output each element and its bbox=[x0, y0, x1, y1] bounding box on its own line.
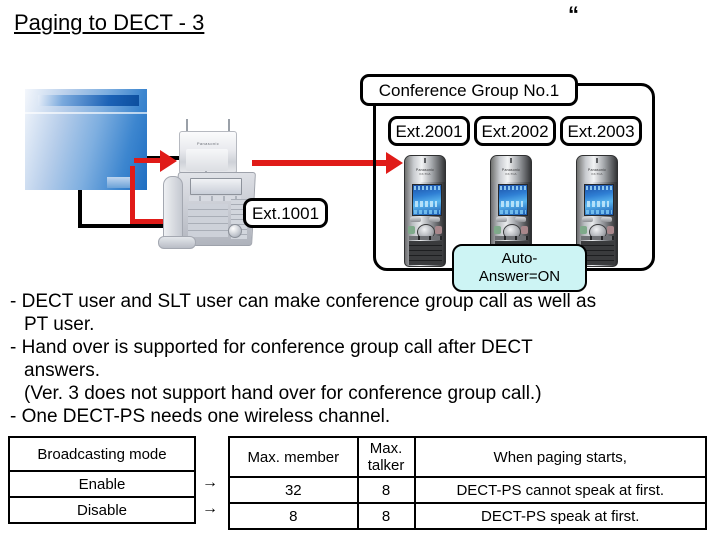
extension-label-2002: Ext.2002 bbox=[474, 116, 556, 146]
desk-phone-keypad bbox=[188, 204, 228, 237]
cell-max-talker-disable: 8 bbox=[356, 502, 416, 530]
quote-mark: “ bbox=[568, 2, 579, 27]
red-arrow-to-cellstation-shaft bbox=[134, 158, 162, 163]
handset-softkey-left bbox=[582, 217, 593, 222]
cell-max-member-enable: 32 bbox=[228, 476, 359, 504]
table-arrow-column: → → bbox=[198, 436, 222, 522]
cell-mode-enable: Enable bbox=[8, 470, 196, 498]
handset-screen bbox=[584, 184, 614, 216]
handset-softkey-left bbox=[496, 217, 507, 222]
note-line: answers. bbox=[24, 360, 101, 381]
handset-softkey-right bbox=[515, 217, 526, 222]
handset-softkey-right bbox=[601, 217, 612, 222]
extension-label-1001: Ext.1001 bbox=[243, 198, 328, 228]
handset-model: KX-TCA bbox=[591, 172, 603, 176]
link-line-pbx-down bbox=[78, 190, 82, 228]
column-header-max-talker-line-2: talker bbox=[367, 457, 405, 474]
handset-model: KX-TCA bbox=[505, 172, 517, 176]
extension-label-2003: Ext.2003 bbox=[560, 116, 642, 146]
note-line: PT user. bbox=[24, 314, 95, 335]
auto-answer-callout: Auto- Answer=ON bbox=[452, 244, 587, 292]
handset-end-key bbox=[435, 226, 442, 234]
handset-talk-key bbox=[408, 226, 415, 234]
column-header-broadcasting-mode: Broadcasting mode bbox=[8, 436, 196, 472]
note-line: - Hand over is supported for conference … bbox=[10, 337, 533, 358]
cell-station-brand: Panasonic bbox=[196, 141, 220, 146]
page-title: Paging to DECT - 3 bbox=[14, 10, 205, 35]
notes-block: - DECT user and SLT user can make confer… bbox=[10, 290, 710, 428]
cell-station-face bbox=[186, 149, 228, 171]
handset-end-key bbox=[521, 226, 528, 234]
desk-phone-handset-base bbox=[158, 236, 196, 249]
paging-capacity-table: Max. member Max. talker When paging star… bbox=[228, 436, 707, 530]
handset-talk-key bbox=[494, 226, 501, 234]
cell-note-disable: DECT-PS speak at first. bbox=[413, 502, 707, 530]
handset-function-key-row bbox=[581, 236, 614, 240]
handset-function-key-row bbox=[409, 236, 442, 240]
note-line: - DECT user and SLT user can make confer… bbox=[10, 291, 597, 312]
dect-handset-1: Panasonic KX-TCA bbox=[404, 155, 446, 267]
handset-model: KX-TCA bbox=[419, 172, 431, 176]
column-header-max-talker: Max. talker bbox=[356, 436, 416, 478]
handset-end-key bbox=[607, 226, 614, 234]
cell-note-enable: DECT-PS cannot speak at first. bbox=[413, 476, 707, 504]
handset-softkey-left bbox=[410, 217, 421, 222]
table-row: Max. member Max. talker When paging star… bbox=[228, 436, 707, 478]
table-row: Enable bbox=[8, 470, 196, 498]
handset-earpiece bbox=[510, 158, 512, 163]
cell-mode-disable: Disable bbox=[8, 496, 196, 524]
extension-label-2001: Ext.2001 bbox=[388, 116, 470, 146]
column-header-max-talker-line-1: Max. bbox=[369, 440, 403, 457]
cell-max-talker-enable: 8 bbox=[356, 476, 416, 504]
arrow-spacer bbox=[198, 436, 222, 470]
column-header-max-member: Max. member bbox=[228, 436, 359, 478]
table-row: Broadcasting mode bbox=[8, 436, 196, 472]
note-line: (Ver. 3 does not support hand over for c… bbox=[24, 383, 542, 404]
handset-function-key-row bbox=[495, 236, 528, 240]
note-line: - One DECT-PS needs one wireless channel… bbox=[10, 406, 391, 427]
table-row: 32 8 DECT-PS cannot speak at first. bbox=[228, 476, 707, 504]
handset-keypad bbox=[409, 241, 442, 265]
pbx-seam bbox=[25, 112, 147, 114]
table-row: Disable bbox=[8, 496, 196, 524]
red-arrow-vertical-shaft bbox=[130, 166, 135, 224]
red-arrow-head-to-cellstation bbox=[160, 150, 177, 172]
auto-answer-line-2: Answer=ON bbox=[478, 268, 561, 285]
handset-softkey-right bbox=[429, 217, 440, 222]
slide-canvas: Paging to DECT - 3 “ Panasonic Panasonic… bbox=[0, 0, 720, 540]
cell-max-member-disable: 8 bbox=[228, 502, 359, 530]
handset-talk-key bbox=[580, 226, 587, 234]
handset-screen bbox=[498, 184, 528, 216]
broadcasting-mode-table: Broadcasting mode Enable Disable bbox=[8, 436, 196, 524]
pbx-slot bbox=[38, 95, 139, 106]
conference-group-label: Conference Group No.1 bbox=[360, 74, 578, 106]
arrow-icon: → bbox=[202, 474, 218, 491]
desk-phone-jog-dial bbox=[228, 224, 242, 238]
red-arrow-to-handset-shaft bbox=[252, 160, 390, 166]
handset-earpiece bbox=[424, 158, 426, 163]
auto-answer-line-1: Auto- bbox=[501, 250, 538, 267]
table-row: 8 8 DECT-PS speak at first. bbox=[228, 502, 707, 530]
desk-phone-lcd bbox=[190, 178, 242, 195]
column-header-when-paging-starts: When paging starts, bbox=[413, 436, 707, 478]
arrow-icon: → bbox=[202, 500, 218, 517]
handset-earpiece bbox=[596, 158, 598, 163]
handset-screen bbox=[412, 184, 442, 216]
